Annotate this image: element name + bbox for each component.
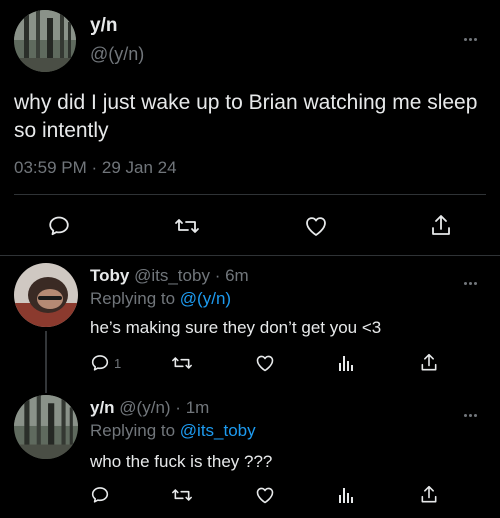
more-dots-icon[interactable]	[464, 404, 484, 417]
heart-icon	[306, 217, 326, 236]
like-button[interactable]	[254, 353, 276, 373]
heart-icon	[256, 487, 274, 504]
display-name[interactable]: Toby	[90, 266, 129, 285]
bar-chart-icon	[339, 356, 353, 371]
retweet-arrows-icon	[172, 489, 192, 501]
replying-to: Replying to @(y/n)	[90, 289, 231, 309]
timestamp: 03:59 PM · 29 Jan 24	[14, 158, 177, 178]
speech-bubble-icon	[91, 355, 109, 371]
thread-line	[45, 331, 47, 393]
handle[interactable]: @its_toby	[134, 266, 210, 285]
share-button[interactable]	[419, 484, 439, 506]
time-separator: ·	[214, 266, 221, 285]
reply-button[interactable]	[47, 214, 71, 238]
reply-header: Toby @its_toby · 6m	[90, 266, 249, 286]
toby-avatar-image	[14, 263, 78, 327]
replying-to: Replying to @its_toby	[90, 421, 256, 441]
reply-age[interactable]: 6m	[225, 266, 249, 285]
handle[interactable]: @(y/n)	[119, 398, 170, 417]
reply-button[interactable]	[90, 485, 110, 505]
avatar[interactable]	[14, 395, 78, 459]
speech-bubble-icon	[91, 487, 109, 503]
like-button[interactable]	[254, 485, 276, 505]
more-dots-icon[interactable]	[464, 28, 484, 41]
reply-age[interactable]: 1m	[186, 398, 210, 417]
retweet-button[interactable]	[171, 353, 193, 373]
retweet-arrows-icon	[172, 357, 192, 369]
reply-text: who the fuck is they ???	[90, 452, 273, 471]
avatar[interactable]	[14, 263, 78, 327]
retweet-button[interactable]	[171, 485, 193, 505]
forest-avatar-image	[14, 395, 78, 459]
speech-bubble-icon	[49, 216, 69, 236]
retweet-arrows-icon	[175, 219, 199, 233]
handle[interactable]: @(y/n)	[90, 44, 144, 65]
share-upload-icon	[432, 215, 450, 235]
share-upload-icon	[421, 353, 437, 371]
time-separator: ·	[175, 398, 181, 417]
tweet-date[interactable]: 29 Jan 24	[102, 158, 177, 177]
replying-to-label: Replying to	[90, 421, 176, 440]
replying-to-handle[interactable]: @(y/n)	[180, 289, 231, 308]
replying-to-label: Replying to	[90, 289, 176, 308]
share-button[interactable]	[429, 213, 453, 239]
tweet-time[interactable]: 03:59 PM	[14, 158, 87, 177]
views-button[interactable]	[337, 353, 355, 373]
views-button[interactable]	[337, 485, 355, 505]
more-dots-icon[interactable]	[464, 272, 484, 285]
tweet-text: why did I just wake up to Brian watching…	[14, 91, 478, 142]
divider	[14, 194, 486, 195]
reply-text: he’s making sure they don’t get you <3	[90, 318, 382, 337]
reply-header: y/n @(y/n) · 1m	[90, 398, 209, 418]
retweet-button[interactable]	[174, 214, 200, 238]
reply-button[interactable]: 1	[90, 353, 121, 373]
date-separator: ·	[91, 158, 98, 177]
display-name[interactable]: y/n	[90, 15, 117, 37]
share-button[interactable]	[419, 352, 439, 374]
bar-chart-icon	[339, 488, 353, 503]
like-button[interactable]	[303, 214, 329, 238]
divider	[0, 255, 500, 256]
replying-to-handle[interactable]: @its_toby	[180, 421, 256, 440]
avatar[interactable]	[14, 10, 76, 72]
heart-icon	[256, 355, 274, 372]
share-upload-icon	[421, 485, 437, 503]
forest-avatar-image	[14, 10, 76, 72]
reply-count: 1	[114, 355, 122, 371]
display-name[interactable]: y/n	[90, 398, 115, 417]
